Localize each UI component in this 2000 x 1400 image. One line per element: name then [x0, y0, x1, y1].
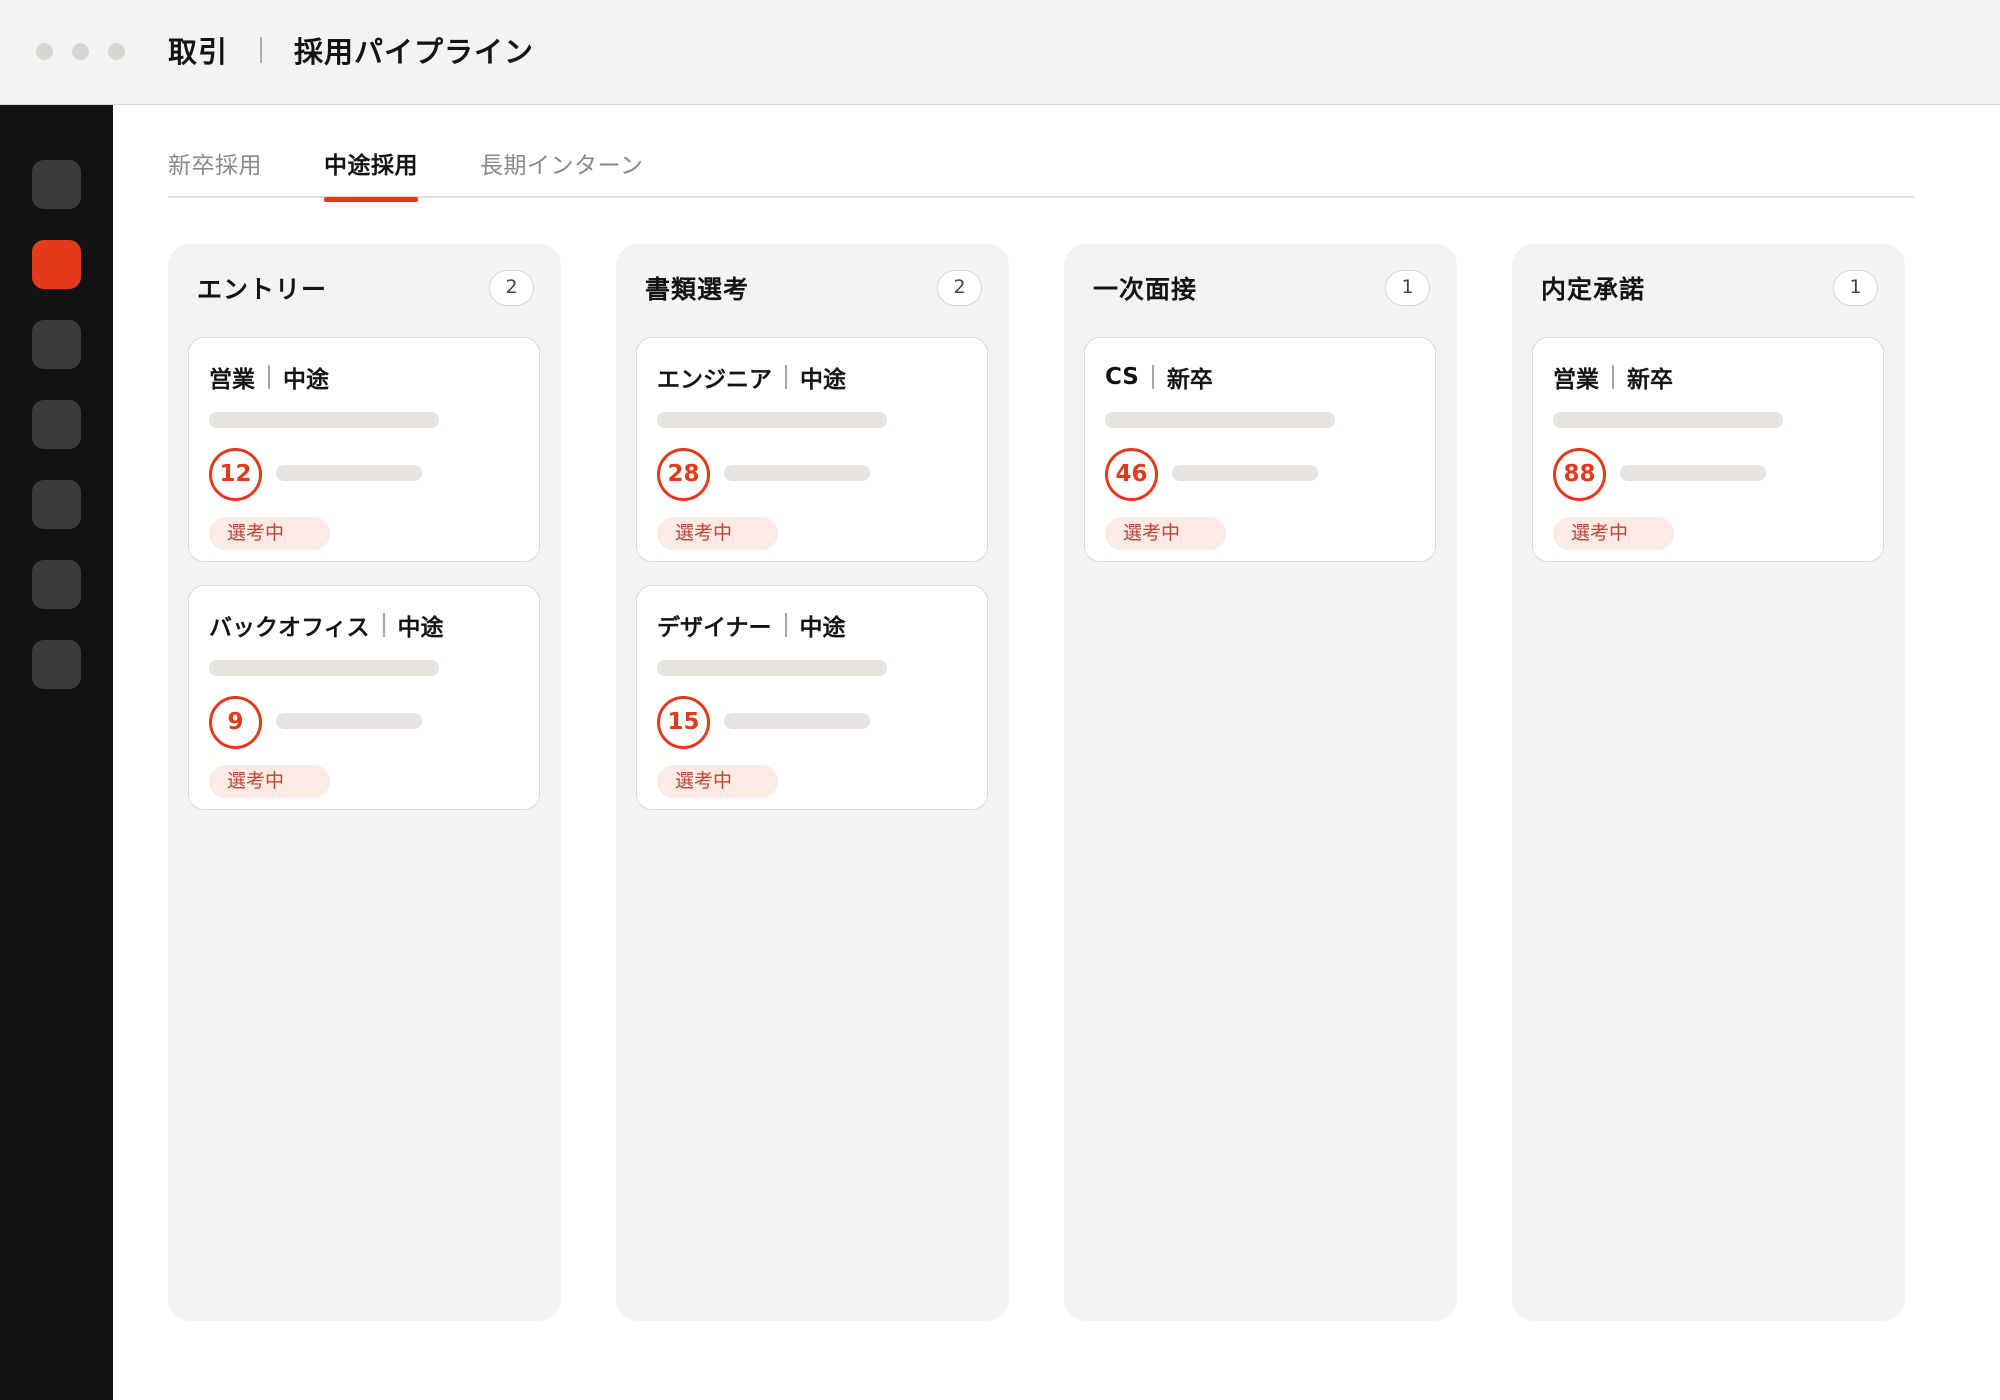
placeholder-line-short	[276, 713, 422, 729]
candidate-card[interactable]: 営業 中途 12 選考中	[188, 337, 540, 562]
breadcrumb-root[interactable]: 取引	[168, 29, 228, 71]
card-title-separator	[268, 365, 270, 389]
placeholder-line	[209, 660, 439, 676]
column-count-badge: 2	[489, 270, 534, 306]
card-hire-type: 中途	[799, 615, 846, 641]
sidebar-item-7[interactable]	[32, 640, 81, 689]
score-circle: 28	[657, 448, 710, 501]
candidate-card[interactable]: バックオフィス 中途 9 選考中	[188, 585, 540, 810]
tab-chuto[interactable]: 中途採用	[324, 146, 418, 202]
status-badge: 選考中	[657, 765, 778, 798]
window-minimize-dot[interactable]	[72, 43, 89, 60]
window-maximize-dot[interactable]	[108, 43, 125, 60]
placeholder-line-short	[1620, 465, 1766, 481]
status-badge: 選考中	[209, 517, 330, 550]
sidebar-item-6[interactable]	[32, 560, 81, 609]
card-role: 営業	[209, 367, 255, 393]
card-hire-type: 中途	[800, 367, 846, 393]
card-hire-type: 中途	[283, 367, 329, 393]
column-title: 書類選考	[645, 275, 750, 304]
column-title: エントリー	[197, 275, 328, 304]
breadcrumb: 取引 採用パイプライン	[168, 30, 534, 70]
card-title: CS 新卒	[1105, 362, 1213, 393]
pipeline-column-entry: エントリー 2 営業 中途 12 選考中 バックオフィス 中途 9 選考中	[168, 244, 561, 1321]
placeholder-line-short	[724, 465, 870, 481]
card-role: エンジニア	[657, 367, 772, 393]
score-circle: 46	[1105, 448, 1158, 501]
card-title: 営業 新卒	[1553, 362, 1673, 393]
candidate-card[interactable]: デザイナー 中途 15 選考中	[636, 585, 988, 810]
card-title-separator	[1612, 365, 1614, 389]
placeholder-line	[209, 412, 439, 428]
sidebar-item-2-active[interactable]	[32, 240, 81, 289]
tab-intern[interactable]: 長期インターン	[480, 146, 643, 198]
card-title: バックオフィス 中途	[209, 610, 444, 641]
placeholder-line-short	[276, 465, 422, 481]
card-title-separator	[1151, 365, 1154, 389]
placeholder-line-short	[1172, 465, 1318, 481]
card-title-separator	[382, 613, 385, 637]
pipeline-column-offer-accepted: 内定承諾 1 営業 新卒 88 選考中	[1512, 244, 1905, 1321]
pipeline-column-first-interview: 一次面接 1 CS 新卒 46 選考中	[1064, 244, 1457, 1321]
candidate-card[interactable]: CS 新卒 46 選考中	[1084, 337, 1436, 562]
score-circle: 15	[657, 696, 710, 749]
score-circle: 88	[1553, 448, 1606, 501]
card-hire-type: 新卒	[1166, 367, 1213, 393]
score-circle: 9	[209, 696, 262, 749]
breadcrumb-separator	[260, 37, 263, 63]
column-title: 内定承諾	[1541, 275, 1646, 304]
status-badge: 選考中	[1105, 517, 1226, 550]
column-count-badge: 2	[937, 270, 982, 306]
card-role: デザイナー	[657, 615, 772, 641]
placeholder-line	[1553, 412, 1783, 428]
sidebar-item-5[interactable]	[32, 480, 81, 529]
sidebar-item-1[interactable]	[32, 160, 81, 209]
card-title-separator	[784, 613, 787, 637]
sidebar	[0, 105, 113, 1400]
card-title-separator	[785, 365, 787, 389]
card-hire-type: 新卒	[1627, 367, 1673, 393]
column-count-badge: 1	[1385, 270, 1430, 306]
page-title: 採用パイプライン	[294, 35, 535, 69]
status-badge: 選考中	[209, 765, 330, 798]
column-title: 一次面接	[1093, 275, 1198, 304]
placeholder-line	[657, 412, 887, 428]
candidate-card[interactable]: エンジニア 中途 28 選考中	[636, 337, 988, 562]
score-circle: 12	[209, 448, 262, 501]
card-role: CS	[1105, 364, 1139, 390]
sidebar-item-4[interactable]	[32, 400, 81, 449]
card-title: 営業 中途	[209, 362, 329, 393]
card-hire-type: 中途	[397, 615, 444, 641]
column-count-badge: 1	[1833, 270, 1878, 306]
pipeline-column-document-screening: 書類選考 2 エンジニア 中途 28 選考中 デザイナー 中途 15 選考中	[616, 244, 1009, 1321]
placeholder-line	[1105, 412, 1335, 428]
card-role: 営業	[1553, 367, 1599, 393]
sidebar-item-3[interactable]	[32, 320, 81, 369]
status-badge: 選考中	[657, 517, 778, 550]
window-close-dot[interactable]	[36, 43, 53, 60]
status-badge: 選考中	[1553, 517, 1674, 550]
candidate-card[interactable]: 営業 新卒 88 選考中	[1532, 337, 1884, 562]
title-bar: 取引 採用パイプライン	[0, 0, 2000, 105]
tab-bar: 新卒採用 中途採用 長期インターン	[168, 140, 1914, 202]
placeholder-line	[657, 660, 887, 676]
tab-shinsotsu[interactable]: 新卒採用	[168, 146, 262, 198]
card-role: バックオフィス	[209, 615, 370, 641]
card-title: エンジニア 中途	[657, 362, 846, 393]
card-title: デザイナー 中途	[657, 610, 846, 641]
placeholder-line-short	[724, 713, 870, 729]
